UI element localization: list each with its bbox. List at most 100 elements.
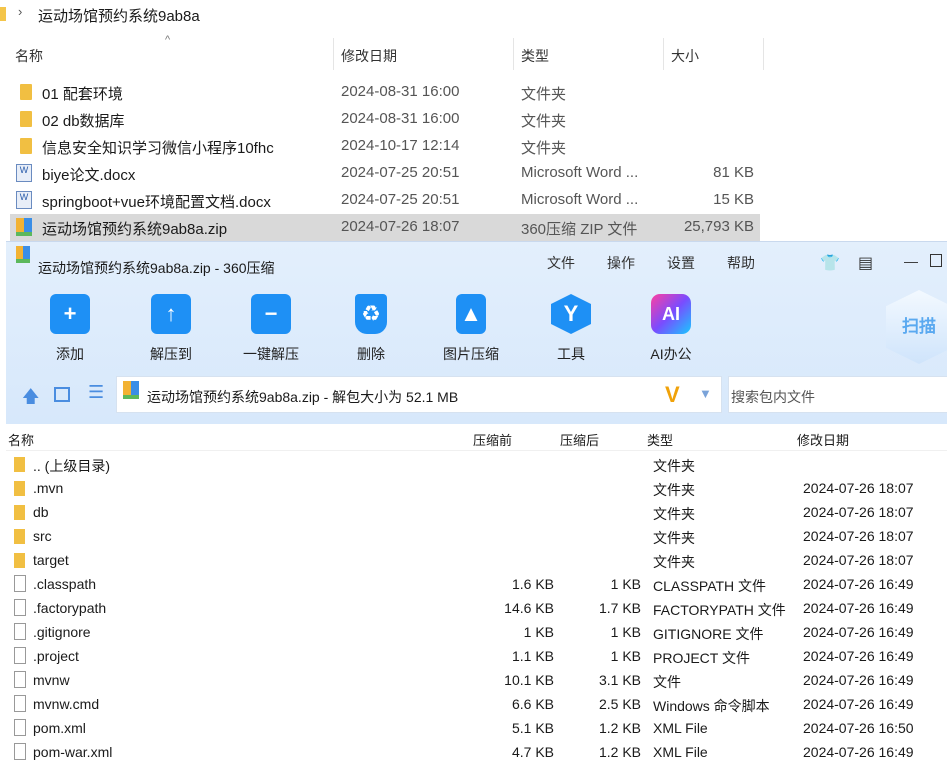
skin-icon[interactable]: 👕: [820, 253, 840, 273]
size-before: 10.1 KB: [504, 672, 554, 688]
size-after: 1.2 KB: [598, 744, 641, 760]
file-name: pom.xml: [33, 720, 86, 736]
archive-row[interactable]: pom.xml 5.1 KB 1.2 KB XML File 2024-07-26 16…: [6, 716, 947, 740]
modified-date: 2024-07-26 18:07: [803, 480, 914, 496]
size-after: 1.7 KB: [598, 600, 641, 616]
file-icon: [14, 671, 26, 688]
folder-icon: [14, 457, 25, 472]
modified-date: 2024-07-26 16:49: [803, 672, 914, 688]
modified-date: 2024-07-26 18:07: [803, 528, 914, 544]
col-name[interactable]: 名称: [15, 46, 43, 66]
sort-up-icon: ^: [165, 34, 171, 46]
archive-row[interactable]: .gitignore 1 KB 1 KB GITIGNORE 文件 2024-07-26…: [6, 620, 947, 644]
list-view-icon[interactable]: ☰: [88, 382, 104, 403]
search-input[interactable]: 搜索包内文件: [728, 376, 947, 413]
file-size: 15 KB: [713, 191, 754, 208]
zip-icon: [123, 381, 139, 399]
modified-date: 2024-07-26 16:49: [803, 648, 914, 664]
explorer-row[interactable]: Wbiye论文.docx 2024-07-25 20:51 Microsoft Wo…: [10, 160, 760, 187]
col-type[interactable]: 类型: [521, 46, 549, 66]
file-type: 文件夹: [653, 506, 695, 522]
archive-row[interactable]: src 文件夹 2024-07-26 18:07: [6, 524, 947, 548]
extract-to-button[interactable]: ↑ 解压到: [126, 294, 216, 364]
col-before[interactable]: 压缩前: [473, 430, 512, 449]
archive-row[interactable]: .classpath 1.6 KB 1 KB CLASSPATH 文件 2024-07-…: [6, 572, 947, 596]
file-name: 01 配套环境: [42, 86, 123, 103]
scan-button[interactable]: 扫描: [886, 290, 947, 364]
tools-label: 工具: [557, 346, 585, 362]
one-click-extract-button[interactable]: − 一键解压: [226, 294, 316, 364]
file-name: biye论文.docx: [42, 167, 136, 184]
file-type: 文件夹: [653, 482, 695, 498]
modified-date: 2024-08-31 16:00: [341, 83, 460, 100]
explorer-row[interactable]: 运动场馆预约系统9ab8a.zip 2024-07-26 18:07 360压缩 Z…: [10, 214, 760, 241]
col-type[interactable]: 类型: [647, 430, 673, 449]
add-button[interactable]: + 添加: [25, 294, 115, 364]
col-name[interactable]: 名称: [8, 430, 34, 449]
zip-app-icon: [16, 246, 30, 263]
view-panel-icon[interactable]: [54, 387, 70, 402]
menu-help[interactable]: 帮助: [727, 253, 755, 273]
tools-button[interactable]: Y 工具: [526, 294, 616, 364]
menu-operate[interactable]: 操作: [607, 253, 635, 273]
archive-row[interactable]: .mvn 文件夹 2024-07-26 18:07: [6, 476, 947, 500]
ai-office-button[interactable]: AI AI办公: [626, 294, 716, 364]
explorer-row[interactable]: Wspringboot+vue环境配置文档.docx 2024-07-25 20:…: [10, 187, 760, 214]
image-compress-label: 图片压缩: [443, 346, 499, 362]
explorer-row[interactable]: 信息安全知识学习微信小程序10fhc 2024-10-17 12:14 文件夹: [10, 133, 760, 160]
minimize-button[interactable]: —: [904, 253, 918, 269]
menu-file[interactable]: 文件: [547, 253, 575, 273]
col-modified[interactable]: 修改日期: [341, 46, 397, 66]
file-name: .. (上级目录): [33, 458, 110, 474]
delete-button[interactable]: ♻ 删除: [326, 294, 416, 364]
archive-row[interactable]: mvnw 10.1 KB 3.1 KB 文件 2024-07-26 16:49: [6, 668, 947, 692]
archive-row[interactable]: .. (上级目录) 文件夹: [6, 452, 947, 476]
image-compress-icon: ▲: [456, 294, 486, 334]
one-click-extract-label: 一键解压: [243, 346, 299, 362]
v-logo-icon[interactable]: V: [665, 382, 680, 408]
col-after[interactable]: 压缩后: [560, 430, 599, 449]
file-icon: [14, 647, 26, 664]
file-type: 文件夹: [521, 140, 567, 157]
file-type: XML File: [653, 744, 708, 760]
file-name: .mvn: [33, 480, 64, 496]
window-title: 运动场馆预约系统9ab8a.zip - 360压缩: [38, 260, 275, 276]
file-name: .factorypath: [33, 600, 107, 616]
maximize-button[interactable]: [930, 254, 942, 267]
col-modified[interactable]: 修改日期: [797, 430, 849, 449]
dropdown-arrow-icon[interactable]: ▼: [699, 386, 712, 401]
archive-row[interactable]: .project 1.1 KB 1 KB PROJECT 文件 2024-07-26 1…: [6, 644, 947, 668]
recycle-bin-icon: ♻: [355, 294, 387, 334]
up-arrow-icon[interactable]: 🡅: [22, 384, 39, 413]
archive-row[interactable]: .factorypath 14.6 KB 1.7 KB FACTORYPATH 文件 2…: [6, 596, 947, 620]
file-size: 25,793 KB: [683, 218, 754, 235]
feedback-icon[interactable]: ▤: [858, 253, 873, 273]
menu-settings[interactable]: 设置: [667, 253, 695, 273]
modified-date: 2024-07-26 16:49: [803, 696, 914, 712]
add-label: 添加: [56, 346, 84, 362]
chevron-right-icon[interactable]: ›: [18, 4, 22, 19]
modified-date: 2024-08-31 16:00: [341, 110, 460, 127]
col-size[interactable]: 大小: [671, 46, 699, 66]
folder-icon: [14, 529, 25, 544]
image-compress-button[interactable]: ▲ 图片压缩: [426, 294, 516, 364]
extract-to-label: 解压到: [150, 346, 192, 362]
word-doc-icon: W: [16, 164, 32, 182]
modified-date: 2024-07-26 16:49: [803, 600, 914, 616]
breadcrumb-item[interactable]: 运动场馆预约系统9ab8a: [38, 5, 200, 26]
explorer-row[interactable]: 01 配套环境 2024-08-31 16:00 文件夹: [10, 79, 760, 106]
archive-row[interactable]: target 文件夹 2024-07-26 18:07: [6, 548, 947, 572]
file-type: Windows 命令脚本: [653, 698, 770, 714]
archive-row[interactable]: db 文件夹 2024-07-26 18:07: [6, 500, 947, 524]
archive-row[interactable]: mvnw.cmd 6.6 KB 2.5 KB Windows 命令脚本 2024-07-…: [6, 692, 947, 716]
modified-date: 2024-07-26 16:49: [803, 576, 914, 592]
file-name: src: [33, 528, 52, 544]
file-name: .project: [33, 648, 79, 664]
file-name: 信息安全知识学习微信小程序10fhc: [42, 140, 274, 157]
address-bar[interactable]: 运动场馆预约系统9ab8a.zip - 解包大小为 52.1 MB V ▼: [116, 376, 722, 413]
archive-row[interactable]: pom-war.xml 4.7 KB 1.2 KB XML File 2024-07-2…: [6, 740, 947, 764]
explorer-row[interactable]: 02 db数据库 2024-08-31 16:00 文件夹: [10, 106, 760, 133]
breadcrumb-bar: › 运动场馆预约系统9ab8a: [0, 0, 947, 30]
file-type: 360压缩 ZIP 文件: [521, 221, 638, 238]
file-name: mvnw.cmd: [33, 696, 100, 712]
